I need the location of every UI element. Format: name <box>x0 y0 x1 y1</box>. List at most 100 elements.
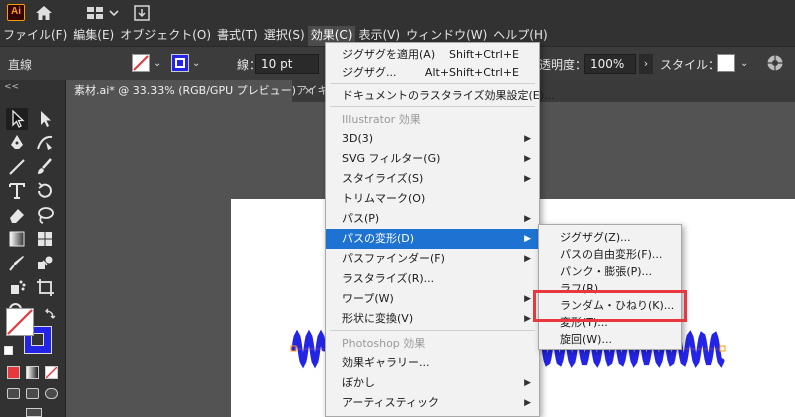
direct-selection-tool-icon[interactable] <box>34 108 56 130</box>
submenu-arrow-icon: ▶ <box>524 234 531 244</box>
menu-item-label: ジグザグ... <box>342 66 397 79</box>
pen-tool-icon[interactable] <box>6 132 28 154</box>
no-fill-icon <box>7 309 33 335</box>
submenu-arrow-icon: ▶ <box>524 174 531 184</box>
menu-item-label: パスファインダー(F) <box>342 252 445 265</box>
menu-item[interactable]: ファイル(F) <box>0 26 70 46</box>
callout-highlight-box <box>533 290 687 322</box>
effect-menu-item[interactable]: パスの変形(D) ▶ <box>326 229 539 249</box>
submenu-arrow-icon: ▶ <box>524 378 531 388</box>
submenu-arrow-icon: ▶ <box>524 294 531 304</box>
paintbrush-tool-icon[interactable] <box>34 156 56 178</box>
submenu-arrow-icon: ▶ <box>524 398 531 408</box>
submenu-item[interactable]: パスの自由変形(F)... <box>539 246 681 263</box>
effect-menu-item[interactable]: ラスタライズ(R)... <box>326 269 539 289</box>
menu-section-header: Photoshop 効果 <box>326 334 539 354</box>
document-tab-title: 素材.ai* @ 33.33% (RGB/GPU プレビュー) <box>74 84 296 97</box>
submenu-item[interactable]: ジグザグ(Z)... <box>539 229 681 246</box>
artboard-tool-icon[interactable] <box>34 276 56 298</box>
eraser-tool-icon[interactable] <box>6 204 28 226</box>
menu-item[interactable]: 書式(T) <box>214 26 261 46</box>
document-tab-other[interactable]: アイキ <box>296 80 328 102</box>
fill-stroke-widget[interactable] <box>6 308 56 356</box>
menu-item[interactable]: 編集(E) <box>70 26 117 46</box>
effect-menu-item[interactable]: ジグザグ... Alt+Shift+Ctrl+E <box>326 63 539 83</box>
menu-separator <box>330 83 535 84</box>
mesh-tool-icon[interactable] <box>34 228 56 250</box>
blend-tool-icon[interactable] <box>34 252 56 274</box>
recolor-artwork-icon[interactable] <box>766 54 784 72</box>
menu-item-label: ラスタライズ(R)... <box>342 272 435 285</box>
effect-menu-item[interactable]: パスファインダー(F) ▶ <box>326 249 539 269</box>
gradient-mode-icon[interactable] <box>26 366 39 379</box>
color-mode-icon[interactable] <box>7 366 20 379</box>
stroke-swatch-inner-icon <box>175 58 185 68</box>
stroke-weight-value: 10 pt <box>261 57 293 71</box>
fill-swatch[interactable] <box>132 54 150 72</box>
menu-item-label: SVG フィルター(G) <box>342 152 441 165</box>
effect-menu-item[interactable]: ぼかし ▶ <box>326 373 539 393</box>
effect-menu-item[interactable]: SVG フィルター(G) ▶ <box>326 149 539 169</box>
fill-color-box[interactable] <box>6 308 34 336</box>
rotate-tool-icon[interactable] <box>34 180 56 202</box>
none-mode-icon[interactable] <box>45 366 58 379</box>
line-segment-tool-icon[interactable] <box>6 156 28 178</box>
share-icon[interactable] <box>133 4 151 22</box>
curvature-tool-icon[interactable] <box>34 132 56 154</box>
effect-menu-item[interactable]: 3D(3) ▶ <box>326 129 539 149</box>
gradient-tool-icon[interactable] <box>6 228 28 250</box>
symbol-sprayer-tool-icon[interactable] <box>6 276 28 298</box>
stroke-weight-input[interactable]: 10 pt <box>255 54 319 74</box>
effect-menu-item[interactable]: スタイライズ(S) ▶ <box>326 169 539 189</box>
submenu-arrow-icon: ▶ <box>524 134 531 144</box>
chevron-down-icon[interactable]: ⌄ <box>740 58 748 69</box>
app-bar: Ai <box>0 0 795 26</box>
menu-item-label: ワープ(W) <box>342 292 394 305</box>
swap-fill-stroke-icon[interactable] <box>44 308 56 320</box>
menu-item-label: パス(P) <box>342 212 380 225</box>
menu-item-label: ドキュメントのラスタライズ効果設定(E)... <box>342 89 555 102</box>
chevron-down-icon[interactable]: ⌄ <box>153 58 161 69</box>
workspace-switcher-icon[interactable] <box>86 5 124 21</box>
menu-item-label: 形状に変換(V) <box>342 312 414 325</box>
anchor-point-right[interactable] <box>719 345 726 352</box>
distort-transform-submenu: ジグザグ(Z)... パスの自由変形(F)... パンク・膨張(P)... ラフ(R)… <box>538 224 682 350</box>
draw-mode-icon[interactable] <box>7 388 20 399</box>
home-icon[interactable] <box>34 4 54 22</box>
submenu-arrow-icon: ▶ <box>524 154 531 164</box>
opacity-arrow-icon[interactable]: › <box>639 54 653 74</box>
submenu-item[interactable]: 旋回(W)... <box>539 331 681 348</box>
effect-menu-item[interactable]: ドキュメントのラスタライズ効果設定(E)... <box>326 86 554 106</box>
stroke-swatch[interactable] <box>171 54 189 72</box>
effect-menu-item[interactable]: トリムマーク(O) <box>326 189 539 209</box>
effect-menu-item[interactable]: 形状に変換(V) ▶ <box>326 309 539 329</box>
lasso-tool-icon[interactable] <box>34 204 56 226</box>
graphic-style-swatch[interactable] <box>717 54 735 72</box>
menu-item-shortcut: Shift+Ctrl+E <box>449 48 519 61</box>
effect-menu-item[interactable]: ジグザグを適用(A) Shift+Ctrl+E <box>326 45 539 65</box>
submenu-arrow-icon: ▶ <box>524 214 531 224</box>
opacity-label[interactable]: 透明度： <box>539 56 587 73</box>
effect-menu-item[interactable]: パス(P) ▶ <box>326 209 539 229</box>
document-tab-active[interactable]: 素材.ai* @ 33.33% (RGB/GPU プレビュー) × <box>66 80 313 102</box>
eyedropper-tool-icon[interactable] <box>6 252 28 274</box>
screen-mode-icon[interactable] <box>26 408 42 417</box>
draw-inside-icon[interactable] <box>45 388 58 399</box>
panel-collapse-icon[interactable]: << <box>4 82 19 92</box>
opacity-input[interactable]: 100% <box>584 54 636 74</box>
effect-menu-item[interactable]: ワープ(W) ▶ <box>326 289 539 309</box>
effect-menu-item[interactable]: アーティスティック ▶ <box>326 393 539 413</box>
menu-item[interactable]: オブジェクト(O) <box>117 26 214 46</box>
menu-separator <box>330 330 535 331</box>
chevron-down-icon[interactable]: ⌄ <box>192 58 200 69</box>
selection-tool-icon[interactable] <box>6 108 28 130</box>
default-fill-stroke-icon[interactable] <box>4 346 13 355</box>
menu-section-header: Illustrator 効果 <box>326 110 539 130</box>
type-tool-icon[interactable] <box>6 180 28 202</box>
menu-item[interactable]: 選択(S) <box>261 26 308 46</box>
draw-behind-icon[interactable] <box>26 388 39 399</box>
submenu-item[interactable]: パンク・膨張(P)... <box>539 263 681 280</box>
menu-separator <box>330 106 535 107</box>
opacity-value: 100% <box>590 57 625 71</box>
effect-menu-item[interactable]: 効果ギャラリー... <box>326 353 539 373</box>
